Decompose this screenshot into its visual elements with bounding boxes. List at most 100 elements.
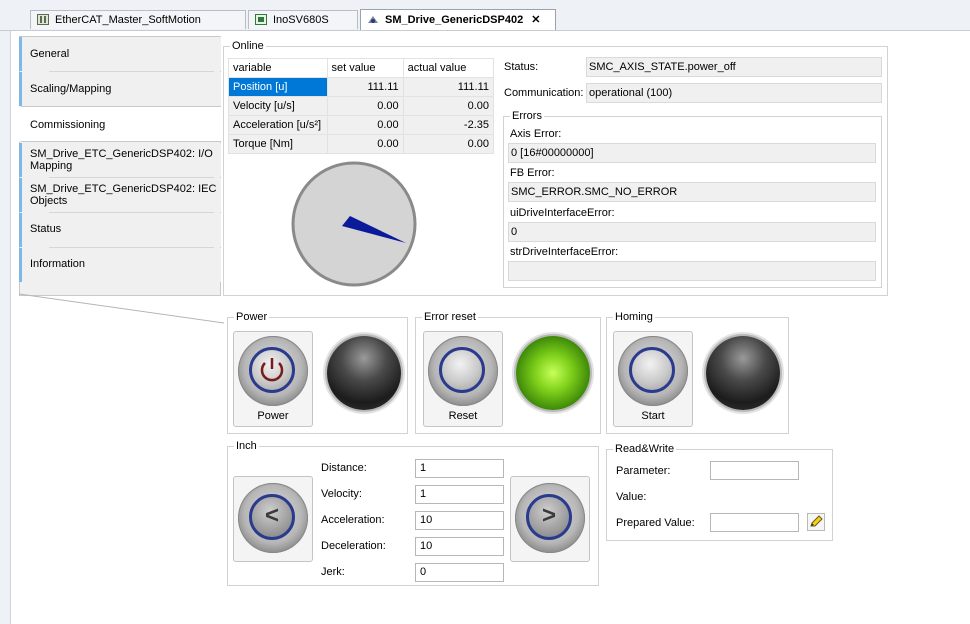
sidebar-item-iec-objects[interactable]: SM_Drive_ETC_GenericDSP402: IEC Objects <box>19 178 221 212</box>
communication-value: operational (100) <box>586 83 882 103</box>
table-row[interactable]: Acceleration [u/s²] 0.00 -2.35 <box>228 115 495 135</box>
ui-drive-interface-error-label: uiDriveInterfaceError: <box>510 207 615 219</box>
sidebar-edge <box>19 293 224 324</box>
tab-label: SM_Drive_GenericDSP402 <box>385 14 524 26</box>
fb-error-value: SMC_ERROR.SMC_NO_ERROR <box>508 182 876 202</box>
knob-ring <box>249 347 295 393</box>
distance-input[interactable]: 1 <box>415 459 504 478</box>
start-knob <box>618 336 688 406</box>
variable-cell[interactable]: Velocity [u/s] <box>228 96 328 116</box>
sidebar-item-commissioning[interactable]: Commissioning <box>19 106 221 142</box>
distance-label: Distance: <box>321 462 367 474</box>
set-value-cell: 111.11 <box>326 77 404 97</box>
parameter-label: Parameter: <box>616 465 671 477</box>
group-title: Errors <box>510 110 544 122</box>
set-value-cell: 0.00 <box>326 115 404 135</box>
table-row[interactable]: Position [u] 111.11 111.11 <box>228 77 495 97</box>
value-label: Value: <box>616 491 647 503</box>
knob-ring: < <box>249 494 295 540</box>
sidebar-item-io-mapping[interactable]: SM_Drive_ETC_GenericDSP402: I/O Mapping <box>19 143 221 177</box>
ui-drive-interface-error-value: 0 <box>508 222 876 242</box>
editor-sidebar: General Scaling/Mapping Commissioning SM… <box>19 36 221 296</box>
sidebar-item-general[interactable]: General <box>19 37 221 71</box>
button-label: Power <box>257 410 289 422</box>
deceleration-input[interactable]: 10 <box>415 537 504 556</box>
reset-knob <box>428 336 498 406</box>
sidebar-item-information[interactable]: Information <box>19 248 221 282</box>
parameter-input[interactable] <box>710 461 799 480</box>
drive-icon <box>255 14 267 25</box>
document-tab-bar: EtherCAT_Master_SoftMotion InoSV680S SM_… <box>0 0 970 31</box>
axis-icon <box>367 14 379 25</box>
power-button[interactable]: Power <box>233 331 313 427</box>
actual-value-cell: 0.00 <box>402 96 495 116</box>
homing-start-button[interactable]: Start <box>613 331 693 427</box>
homing-status-lamp <box>706 336 780 410</box>
actual-value-cell: 111.11 <box>402 77 495 97</box>
prepared-value-input[interactable] <box>710 513 799 532</box>
sidebar-item-label: Commissioning <box>30 119 106 131</box>
velocity-label: Velocity: <box>321 488 362 500</box>
column-header: variable <box>228 58 328 78</box>
write-value-button[interactable] <box>807 513 825 531</box>
left-panel-strip <box>0 31 11 624</box>
device-icon <box>37 14 49 25</box>
jerk-label: Jerk: <box>321 566 345 578</box>
group-title: Homing <box>613 311 655 323</box>
axis-error-label: Axis Error: <box>510 128 562 140</box>
group-title: Online <box>230 40 266 52</box>
variable-cell[interactable]: Torque [Nm] <box>228 134 328 154</box>
sidebar-item-label: Status <box>30 223 62 235</box>
pencil-icon <box>810 515 823 527</box>
error-status-lamp <box>516 336 590 410</box>
fb-error-label: FB Error: <box>510 167 555 179</box>
arrow-right-icon: > <box>541 502 556 529</box>
group-title: Inch <box>234 440 259 452</box>
variable-cell[interactable]: Position [u] <box>228 77 328 97</box>
variable-cell[interactable]: Acceleration [u/s²] <box>228 115 328 135</box>
reset-button[interactable]: Reset <box>423 331 503 427</box>
velocity-input[interactable]: 1 <box>415 485 504 504</box>
close-icon[interactable]: ✕ <box>531 13 540 26</box>
sidebar-item-status[interactable]: Status <box>19 213 221 247</box>
jog-negative-knob: < <box>238 483 308 553</box>
deceleration-label: Deceleration: <box>321 540 386 552</box>
tab-ethercat-master[interactable]: EtherCAT_Master_SoftMotion <box>30 10 246 29</box>
tab-inosv680s[interactable]: InoSV680S <box>248 10 358 29</box>
knob-ring <box>439 347 485 393</box>
acceleration-input[interactable]: 10 <box>415 511 504 530</box>
jog-positive-button[interactable]: > <box>510 476 590 562</box>
column-header: set value <box>326 58 404 78</box>
str-drive-interface-error-value <box>508 261 876 281</box>
power-knob <box>238 336 308 406</box>
position-dial <box>291 161 417 287</box>
group-title: Error reset <box>422 311 478 323</box>
actual-value-cell: 0.00 <box>402 134 495 154</box>
tab-label: EtherCAT_Master_SoftMotion <box>55 14 201 26</box>
online-values-table: variable set value actual value Position… <box>228 58 495 154</box>
power-status-lamp <box>327 336 401 410</box>
knob-ring <box>629 347 675 393</box>
communication-label: Communication: <box>504 87 584 99</box>
acceleration-label: Acceleration: <box>321 514 385 526</box>
column-header: actual value <box>402 58 495 78</box>
table-row[interactable]: Velocity [u/s] 0.00 0.00 <box>228 96 495 116</box>
sidebar-item-label: General <box>30 48 70 60</box>
set-value-cell: 0.00 <box>326 96 404 116</box>
prepared-value-label: Prepared Value: <box>616 517 695 529</box>
str-drive-interface-error-label: strDriveInterfaceError: <box>510 246 619 258</box>
tab-sm-drive-genericdsp402[interactable]: SM_Drive_GenericDSP402 ✕ <box>360 9 556 30</box>
set-value-cell: 0.00 <box>326 134 404 154</box>
sidebar-item-scaling-mapping[interactable]: Scaling/Mapping <box>19 72 221 106</box>
actual-value-cell: -2.35 <box>402 115 495 135</box>
status-value: SMC_AXIS_STATE.power_off <box>586 57 882 77</box>
table-row[interactable]: Torque [Nm] 0.00 0.00 <box>228 134 495 154</box>
button-label: Start <box>641 410 665 422</box>
group-title: Power <box>234 311 270 323</box>
sidebar-item-label: SM_Drive_ETC_GenericDSP402: IEC Objects <box>30 183 217 207</box>
tab-label: InoSV680S <box>273 14 329 26</box>
power-icon <box>260 358 284 382</box>
jerk-input[interactable]: 0 <box>415 563 504 582</box>
group-title: Read&Write <box>613 443 677 455</box>
jog-negative-button[interactable]: < <box>233 476 313 562</box>
